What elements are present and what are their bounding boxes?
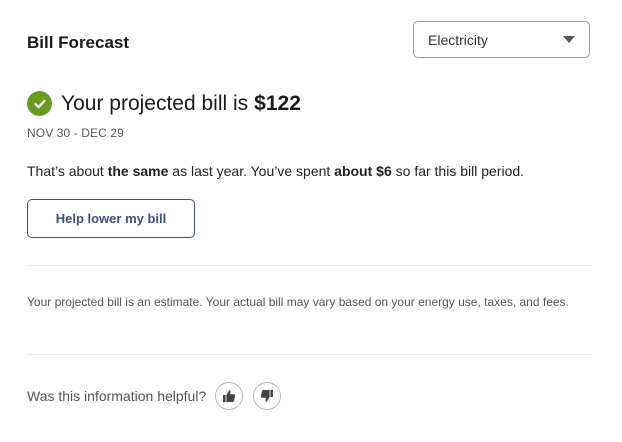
projected-amount: $122 [254,91,301,115]
summary-text-3: so far this bill period. [391,163,525,179]
summary-text-1: That’s about [27,163,108,179]
utility-type-selected-value: Electricity [428,31,488,48]
summary-text-2: as last year. You’ve spent [168,163,335,179]
comparison-summary: That’s about the same as last year. You’… [27,163,524,179]
feedback-question: Was this information helpful? [27,388,207,404]
summary-emphasis-1: the same [107,163,169,179]
check-circle-icon [27,91,52,116]
caret-down-icon [563,36,575,43]
headline-prefix: Your projected bill is [61,91,249,115]
thumbs-down-icon [260,389,274,403]
feedback-row: Was this information helpful? [27,382,291,410]
utility-type-select[interactable]: Electricity [413,21,590,58]
thumbs-down-button[interactable] [253,382,282,410]
page-title: Bill Forecast [27,33,130,52]
estimate-disclaimer: Your projected bill is an estimate. Your… [27,295,569,309]
bill-forecast-card: Bill Forecast Electricity Your projected… [0,0,622,442]
thumbs-up-icon [222,389,236,403]
summary-emphasis-2: about $6 [334,163,392,179]
projected-bill-headline: Your projected bill is $122 [27,91,301,116]
thumbs-up-button[interactable] [215,382,244,410]
divider [27,354,592,355]
bill-date-range: NOV 30 - DEC 29 [27,126,124,140]
headline-text: Your projected bill is $122 [61,92,301,116]
help-lower-bill-button[interactable]: Help lower my bill [27,199,195,238]
divider [27,265,592,266]
